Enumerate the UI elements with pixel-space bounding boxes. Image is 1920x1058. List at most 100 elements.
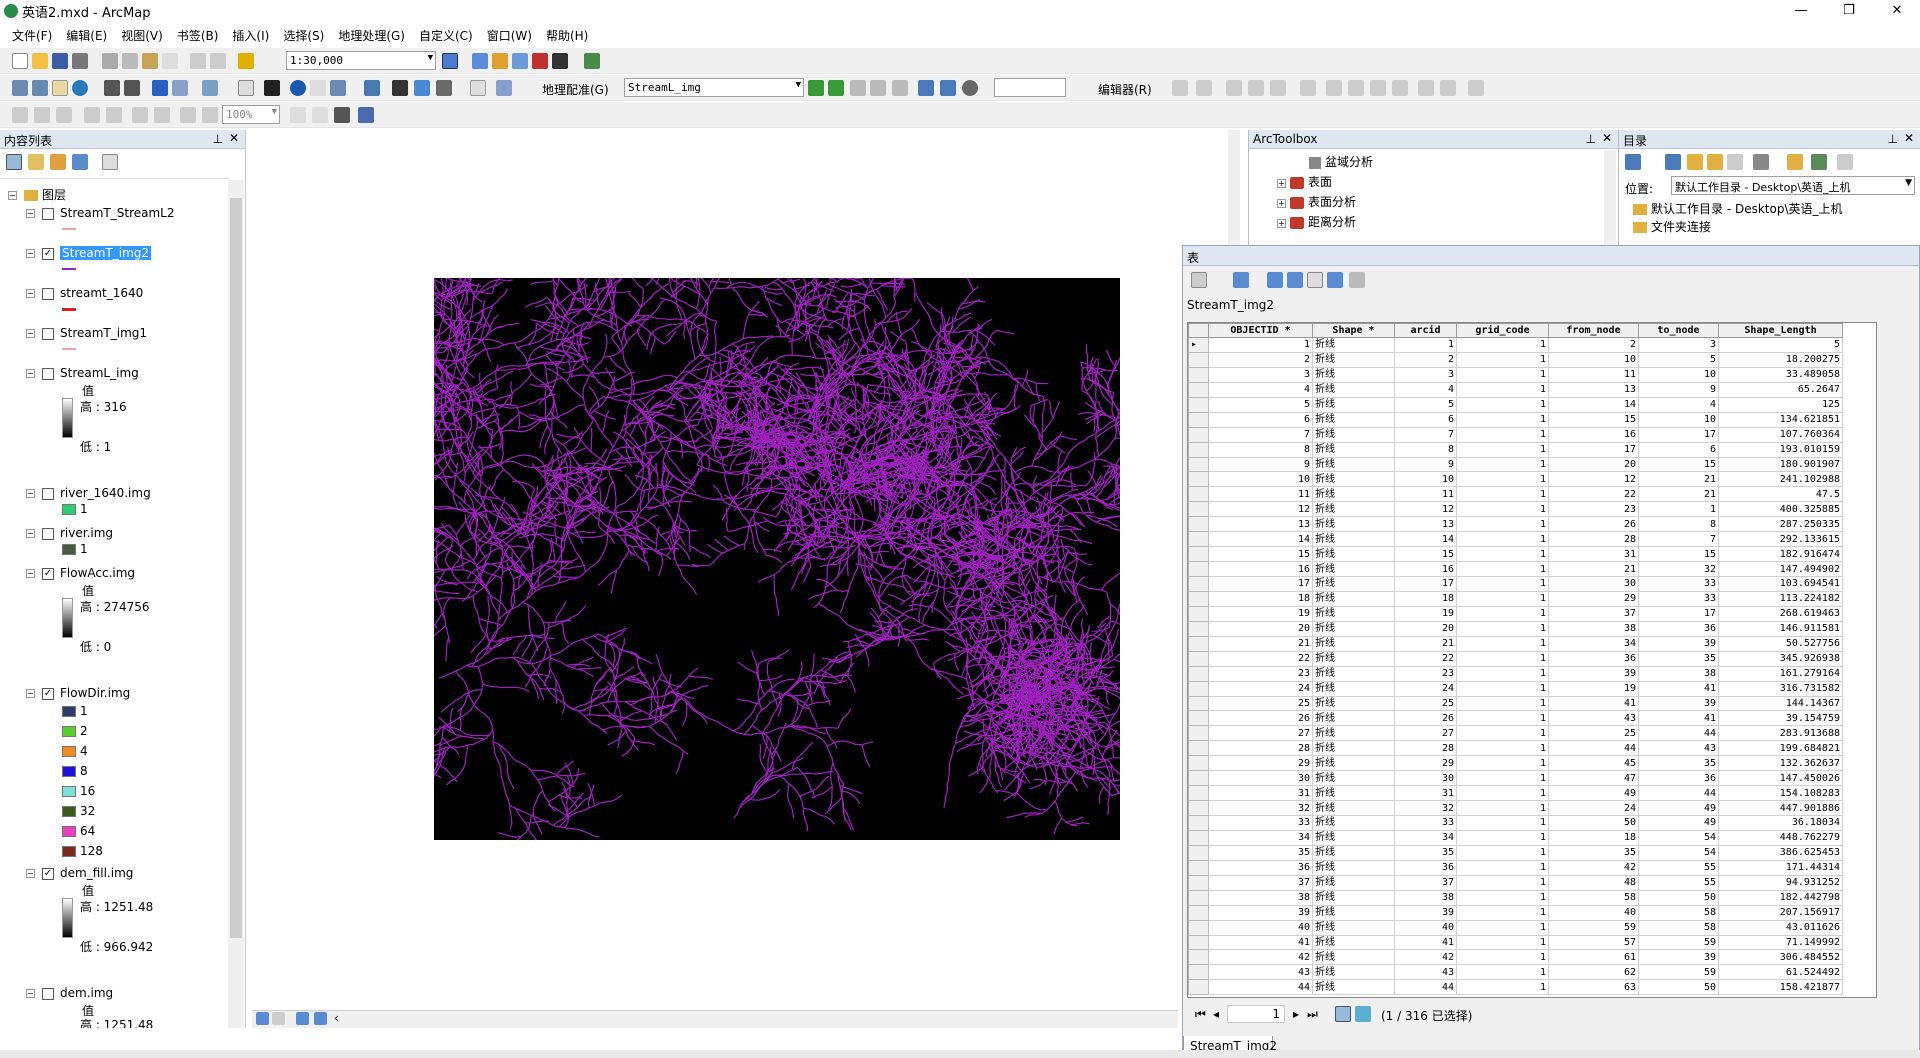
goto-xy-icon[interactable] [436,80,452,96]
list-by-source-icon[interactable] [28,154,44,170]
table-row[interactable]: 33 折线 33 1 50 49 36.18034 [1188,815,1843,831]
menu-view[interactable]: 视图(V) [121,27,163,44]
previous-extent-layout-icon[interactable] [180,107,196,123]
views-icon[interactable] [1753,154,1769,170]
delete-link-icon[interactable] [892,80,908,96]
row-selector[interactable] [1188,516,1209,533]
clear-selection-icon[interactable] [238,80,254,96]
zoom-to-selected-icon[interactable] [1327,272,1343,288]
table-row[interactable]: 8 折线 8 1 17 6 193.010159 [1188,441,1843,458]
table-row[interactable]: 21 折线 21 1 34 39 50.527756 [1188,635,1843,652]
toolset-surface-analysis[interactable]: + 表面分析 [1277,193,1356,210]
layer-visibility-checkbox[interactable]: ✓ [42,247,54,260]
list-by-drawing-order-icon[interactable] [6,154,22,170]
menu-selection[interactable]: 选择(S) [283,27,324,44]
layout-view-icon[interactable] [272,1012,285,1025]
straight-segment-icon[interactable] [1226,80,1242,96]
row-selector[interactable] [1188,650,1209,667]
toc-layer-streamt-1640[interactable]: − streamt_1640 [26,286,143,300]
cut-polygons-icon[interactable] [1348,80,1364,96]
toggle-contents-icon[interactable] [1811,154,1827,170]
table-row[interactable]: 12 折线 12 1 23 1 400.325885 [1188,501,1843,518]
select-elements-arrow-icon[interactable] [264,80,280,96]
layer-visibility-checkbox[interactable] [42,287,54,300]
add-data-icon[interactable] [238,53,254,69]
toolset-surface[interactable]: + 表面 [1277,173,1332,190]
layer-visibility-checkbox[interactable] [42,207,54,220]
row-selector[interactable] [1188,486,1209,503]
column-header[interactable]: OBJECTID * [1208,323,1313,338]
delete-icon[interactable] [162,53,178,69]
delete-selected-icon[interactable] [1349,272,1365,288]
toc-layer-river[interactable]: − river.img [26,526,113,540]
options-icon[interactable] [1837,154,1853,170]
print-icon[interactable] [72,53,88,69]
table-row[interactable]: 26 折线 26 1 43 41 39.154759 [1188,710,1843,727]
row-selector[interactable] [1188,844,1209,861]
rotation-angle-input[interactable] [994,78,1066,97]
reshape-icon[interactable] [1326,80,1342,96]
back-icon[interactable] [1625,154,1641,170]
cut-icon[interactable] [102,53,118,69]
open-folder-icon[interactable] [32,53,48,69]
edit-tool-icon[interactable] [1172,80,1188,96]
last-record-icon[interactable]: ⏭ [1307,1007,1318,1022]
menu-insert[interactable]: 插入(I) [232,27,269,44]
map-scale-select[interactable]: 1:30,000 ▼ [286,51,436,70]
table-row[interactable]: 42 折线 42 1 61 39 306.484552 [1188,949,1843,966]
collapse-icon[interactable]: − [26,529,35,538]
row-selector[interactable] [1188,351,1209,368]
toc-window-icon[interactable] [472,53,488,69]
georef-layer-select[interactable]: StreamL_img ▼ [624,78,804,97]
table-row[interactable]: 37 折线 37 1 48 55 94.931252 [1188,874,1843,891]
table-row[interactable]: ▸ 1 折线 1 1 2 3 5 [1188,337,1843,353]
table-row[interactable]: 32 折线 32 1 24 49 447.901886 [1188,800,1843,816]
next-record-icon[interactable]: ▸ [1293,1007,1299,1021]
collapse-icon[interactable]: − [26,289,35,298]
attributes-icon[interactable] [1418,80,1434,96]
table-row[interactable]: 14 折线 14 1 28 7 292.133615 [1188,531,1843,548]
collapse-icon[interactable]: − [26,369,35,378]
table-row[interactable]: 38 折线 38 1 58 50 182.442798 [1188,889,1843,906]
zoom-whole-page-icon[interactable] [84,107,100,123]
layer-visibility-checkbox[interactable] [42,987,54,1000]
table-row[interactable]: 7 折线 7 1 16 17 107.760364 [1188,426,1843,443]
pan-hand-icon[interactable] [52,80,68,96]
table-row[interactable]: 16 折线 16 1 21 32 147.494902 [1188,561,1843,577]
edit-vertices-icon[interactable] [1300,80,1316,96]
endpoint-arc-icon[interactable] [1248,80,1264,96]
column-header[interactable]: to_node [1638,323,1719,338]
row-selector[interactable] [1188,546,1209,563]
modelbuilder-icon[interactable] [584,53,600,69]
table-row[interactable]: 27 折线 27 1 25 44 283.913688 [1188,725,1843,742]
close-icon[interactable]: ✕ [1904,131,1914,145]
minimize-button[interactable]: — [1778,0,1824,22]
row-selector[interactable] [1188,590,1209,607]
column-header[interactable]: from_node [1548,323,1639,338]
pause-drawing-icon[interactable] [314,1012,327,1025]
viewer-icon[interactable] [962,80,978,96]
table-row[interactable]: 44 折线 44 1 63 50 158.421877 [1188,979,1843,996]
toc-layer-dem[interactable]: − dem.img [26,986,113,1000]
redo-icon[interactable] [210,53,226,69]
table-row[interactable]: 23 折线 23 1 39 38 161.279164 [1188,665,1843,682]
html-popup-icon[interactable] [330,80,346,96]
toc-layer-streamt-img1[interactable]: − StreamT_img1 [26,326,147,340]
collapse-icon[interactable]: − [26,329,35,338]
row-selector[interactable] [1188,531,1209,548]
row-selector[interactable] [1188,441,1209,458]
table-row[interactable]: 20 折线 20 1 38 36 146.911581 [1188,620,1843,637]
catalog-item-folder-connections[interactable]: 文件夹连接 [1633,218,1711,235]
table-row[interactable]: 29 折线 29 1 45 35 132.362637 [1188,755,1843,772]
collapse-icon[interactable]: − [26,689,35,698]
pin-icon[interactable]: ⊥ [213,132,223,146]
map-scrollbar[interactable] [1228,130,1240,245]
row-selector[interactable] [1188,949,1209,966]
map-data-frame[interactable] [149,58,1198,855]
up-one-level-icon[interactable] [1687,154,1703,170]
menu-windows[interactable]: 窗口(W) [487,27,532,44]
fixed-zoom-out-layout-icon[interactable] [154,107,170,123]
editor-menu[interactable]: 编辑器(R) [1098,81,1152,98]
row-selector[interactable] [1188,919,1209,936]
identify-icon[interactable] [290,80,306,96]
